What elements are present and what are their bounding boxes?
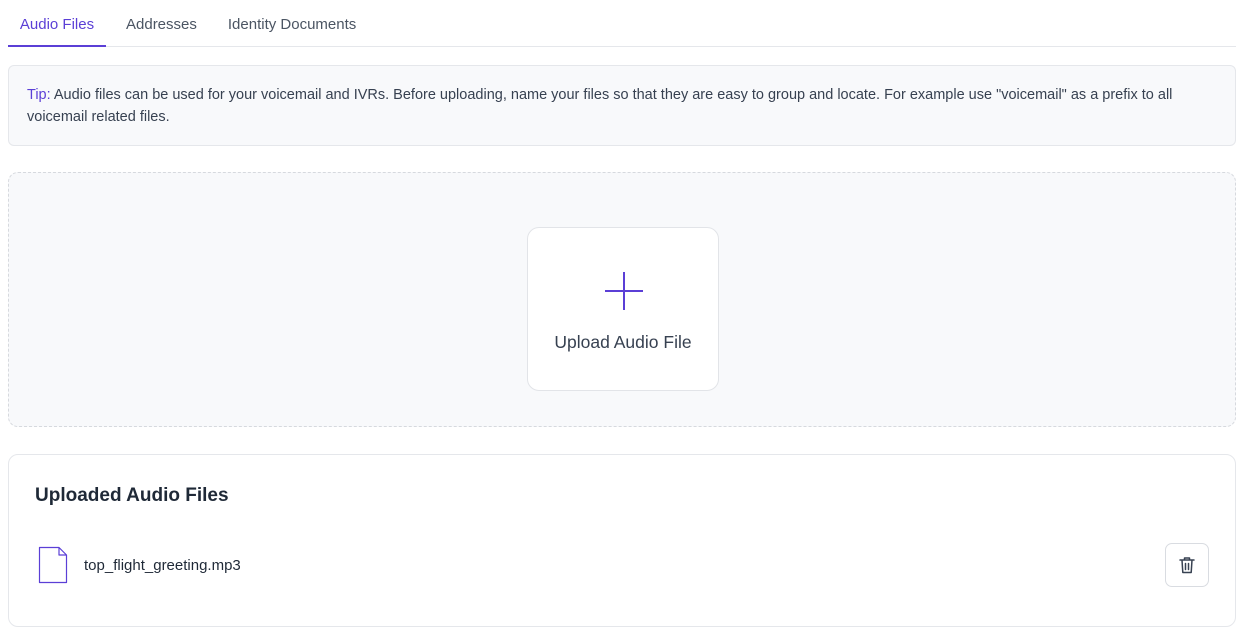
trash-icon (1179, 557, 1195, 574)
tab-identity-documents[interactable]: Identity Documents (228, 0, 356, 46)
upload-label: Upload Audio File (554, 332, 692, 352)
list-item: top_flight_greeting.mp3 (35, 543, 1211, 589)
page: Audio Files Addresses Identity Documents… (0, 0, 1253, 642)
tip-banner: Tip: Audio files can be used for your vo… (8, 65, 1236, 146)
file-name: top_flight_greeting.mp3 (84, 557, 241, 574)
plus-icon (605, 272, 643, 310)
upload-dropzone[interactable]: Upload Audio File (8, 172, 1236, 427)
tip-label: Tip: (27, 87, 51, 103)
tab-audio-files[interactable]: Audio Files (8, 0, 106, 47)
tab-addresses[interactable]: Addresses (126, 0, 197, 46)
uploaded-files-card: Uploaded Audio Files top_flight_greeting… (8, 454, 1236, 627)
tab-bar: Audio Files Addresses Identity Documents (8, 0, 1236, 47)
uploaded-files-title: Uploaded Audio Files (35, 485, 229, 506)
delete-file-button[interactable] (1165, 543, 1209, 587)
upload-audio-file-button[interactable]: Upload Audio File (527, 227, 719, 391)
file-icon (38, 546, 68, 584)
tip-text: Audio files can be used for your voicema… (27, 87, 1173, 125)
